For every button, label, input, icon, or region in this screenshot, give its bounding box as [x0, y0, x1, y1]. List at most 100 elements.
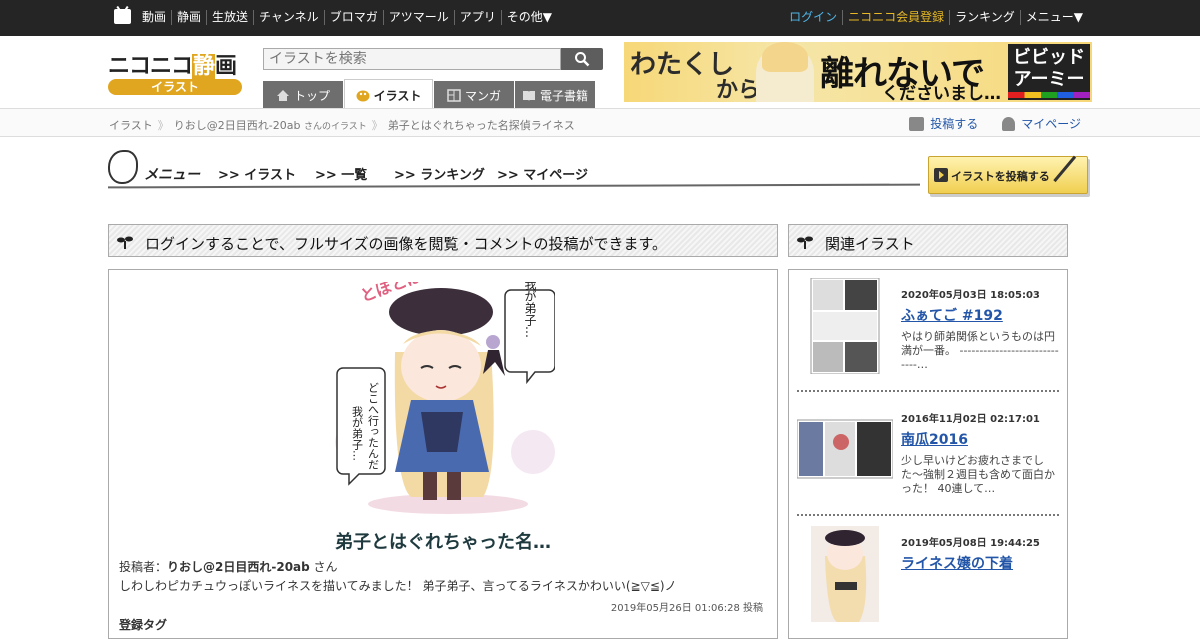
- menu-item-mypage[interactable]: >> マイページ: [497, 164, 588, 183]
- section-tabs: トップ イラスト マンガ 電子書籍: [263, 79, 596, 110]
- post-illust-label: イラストを投稿する: [951, 170, 1050, 183]
- tab-label: マンガ: [464, 89, 501, 103]
- menu-item-illust[interactable]: >> イラスト: [218, 164, 296, 183]
- ad-character-image: [756, 42, 814, 102]
- mypage-link[interactable]: マイページ: [1002, 115, 1081, 132]
- search-icon: [575, 52, 590, 67]
- related-date: 2019年05月08日 19:44:25: [901, 538, 1040, 549]
- svg-text:どこへ行ったんだ: どこへ行ったんだ: [367, 382, 380, 470]
- tags-label: 登録タグ: [119, 618, 168, 632]
- tab-label: トップ: [293, 89, 330, 103]
- related-title[interactable]: ライネス嬢の下着: [901, 553, 1059, 573]
- nav-link-video[interactable]: 動画: [137, 10, 171, 25]
- related-title[interactable]: 南瓜2016: [901, 429, 1059, 449]
- related-title[interactable]: ふぁてご #192: [901, 305, 1059, 325]
- sprout-icon: [117, 236, 133, 249]
- logo-wordmark: ニコニコ静画: [108, 54, 237, 79]
- artwork-title: 弟子とはぐれちゃった名…: [335, 532, 551, 553]
- nav-link-app[interactable]: アプリ: [453, 10, 501, 25]
- login-link[interactable]: ログイン: [784, 10, 842, 25]
- service-links: 動画 静画 生放送 チャンネル ブロマガ アツマール アプリ その他▼: [137, 10, 557, 25]
- pen-icon: [1053, 155, 1091, 195]
- breadcrumb-separator: 》: [371, 119, 383, 132]
- sprout-icon: [797, 236, 813, 249]
- svg-text:我が弟子…: 我が弟子…: [351, 406, 364, 461]
- menu-dropdown[interactable]: メニュー▼: [1019, 10, 1088, 25]
- breadcrumb-root[interactable]: イラスト: [109, 119, 153, 132]
- ad-subline: くださいまし…: [882, 84, 1001, 102]
- poster-suffix: さん: [309, 560, 338, 574]
- related-thumbnail[interactable]: [797, 278, 893, 374]
- post-illust-button[interactable]: イラストを投稿する: [928, 155, 1091, 195]
- related-header-text: 関連イラスト: [825, 235, 915, 253]
- ad-text-line2: から: [716, 78, 761, 102]
- tab-label: 電子書籍: [539, 89, 588, 103]
- menu-underline: [107, 183, 921, 189]
- palette-icon: [356, 90, 370, 101]
- ranking-link[interactable]: ランキング: [949, 10, 1020, 25]
- global-nav-bar: 動画 静画 生放送 チャンネル ブロマガ アツマール アプリ その他▼ ログイン…: [0, 0, 1200, 36]
- nav-link-blomaga[interactable]: ブロマガ: [323, 10, 383, 25]
- menu-item-list[interactable]: >> 一覧: [315, 164, 367, 183]
- related-header: 関連イラスト: [788, 224, 1068, 257]
- seiga-logo[interactable]: ニコニコ静画 イラスト: [108, 48, 242, 96]
- breadcrumb-user-suffix: さんのイラスト: [303, 122, 367, 132]
- breadcrumb-actions: 投稿する マイページ: [909, 115, 1081, 132]
- book-icon: [522, 91, 535, 101]
- breadcrumb-bar: イラスト》りおし@2日目西れ-20ab さんのイラスト》弟子とはぐれちゃった名探…: [0, 108, 1200, 137]
- upload-icon: [909, 116, 925, 131]
- user-icon: [1002, 116, 1016, 131]
- breadcrumb: イラスト》りおし@2日目西れ-20ab さんのイラスト》弟子とはぐれちゃった名探…: [109, 117, 575, 133]
- breadcrumb-separator: 》: [157, 119, 169, 132]
- nav-link-more[interactable]: その他▼: [500, 10, 557, 25]
- tab-manga[interactable]: マンガ: [434, 81, 514, 110]
- poster-label: 投稿者：: [119, 560, 168, 574]
- artwork-description: しわしわピカチュウっぽいライネスを描いてみました！ 弟子弟子、言ってるライネスか…: [119, 579, 677, 593]
- tab-label: イラスト: [373, 88, 422, 103]
- nav-link-live[interactable]: 生放送: [206, 10, 253, 25]
- manga-icon: [447, 89, 461, 102]
- ad-banner[interactable]: わたくし から 離れないで くださいまし… ビビッドアーミー: [624, 42, 1092, 102]
- related-date: 2020年05月03日 18:05:03: [901, 290, 1040, 301]
- register-link[interactable]: ニコニコ会員登録: [842, 10, 949, 25]
- search-box: [263, 48, 603, 70]
- menu-item-ranking[interactable]: >> ランキング: [394, 164, 485, 183]
- nav-link-seiga[interactable]: 静画: [171, 10, 206, 25]
- post-link[interactable]: 投稿する: [909, 115, 978, 132]
- artwork-panel: 我が弟子… どこへ行ったんだ 我が弟子… とぼとぼ… 弟子とはぐれちゃった名… …: [108, 269, 778, 639]
- tab-illust[interactable]: イラスト: [344, 79, 433, 110]
- niconico-tv-icon[interactable]: [114, 9, 131, 24]
- related-text: やはり師弟関係というものは円満が一番。 --------------------…: [901, 330, 1059, 371]
- divider: [797, 390, 1059, 392]
- related-thumbnail[interactable]: [797, 402, 893, 498]
- breadcrumb-current: 弟子とはぐれちゃった名探偵ライネス: [387, 119, 575, 132]
- artwork-image[interactable]: 我が弟子… どこへ行ったんだ 我が弟子… とぼとぼ…: [333, 282, 555, 520]
- account-links: ログイン ニコニコ会員登録 ランキング メニュー▼: [784, 10, 1088, 25]
- logo-section-label: イラスト: [108, 79, 242, 95]
- illust-menu: メニュー >> イラスト >> 一覧 >> ランキング >> マイページ: [107, 150, 921, 190]
- nav-link-atsumaru[interactable]: アツマール: [382, 10, 454, 25]
- menu-title: メニュー: [144, 167, 200, 183]
- nav-link-channel[interactable]: チャンネル: [253, 10, 324, 25]
- poster-info: 投稿者：りおし@2日目西れ-20ab さん: [119, 558, 338, 575]
- related-text: 少し早いけどお疲れさまでした〜強制２週目も含めて面白かった！ 40連して…: [901, 454, 1055, 495]
- search-input[interactable]: [263, 48, 561, 70]
- login-notice-text: ログインすることで、フルサイズの画像を閲覧・コメントの投稿ができます。: [145, 235, 668, 253]
- tab-top[interactable]: トップ: [263, 81, 343, 110]
- tab-ebook[interactable]: 電子書籍: [515, 81, 595, 110]
- post-link-label: 投稿する: [930, 117, 979, 131]
- poster-name[interactable]: りおし@2日目西れ-20ab: [167, 560, 310, 574]
- palette-icon: [108, 150, 138, 184]
- breadcrumb-user[interactable]: りおし@2日目西れ-20ab: [174, 119, 301, 132]
- login-notice-header: ログインすることで、フルサイズの画像を閲覧・コメントの投稿ができます。: [108, 224, 778, 257]
- home-icon: [276, 90, 289, 101]
- related-thumbnail[interactable]: [797, 526, 893, 622]
- related-date: 2016年11月02日 02:17:01: [901, 414, 1040, 425]
- related-illust-panel: 2020年05月03日 18:05:03 ふぁてご #192 やはり師弟関係とい…: [788, 269, 1068, 639]
- mypage-link-label: マイページ: [1021, 117, 1081, 131]
- search-button[interactable]: [561, 48, 603, 70]
- ad-color-stripe: [1008, 92, 1090, 98]
- divider: [797, 514, 1059, 516]
- arrow-right-icon: [934, 168, 948, 182]
- svg-text:我が弟子…: 我が弟子…: [523, 282, 537, 338]
